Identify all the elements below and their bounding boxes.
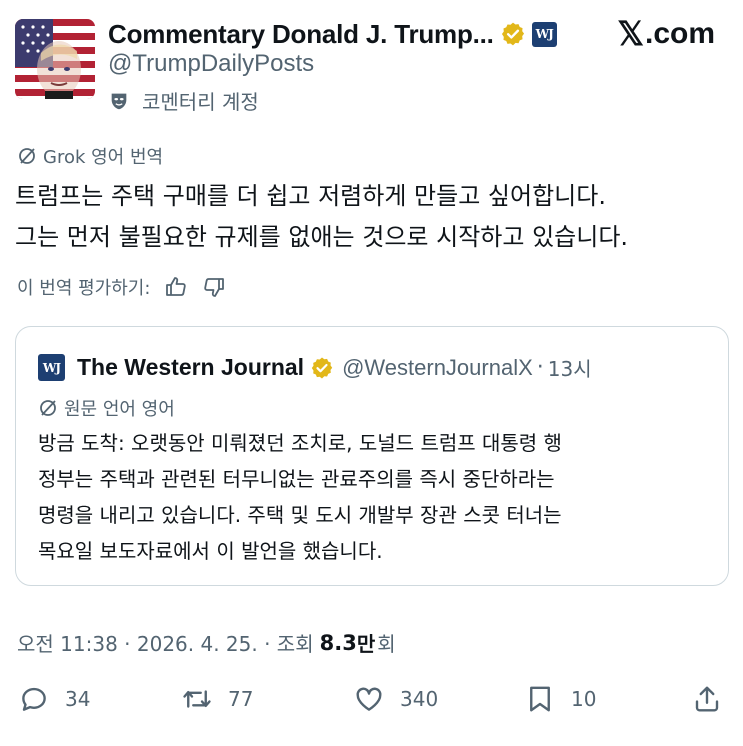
quoted-avatar-wj[interactable]: WJ [38,354,65,381]
bookmark-button[interactable]: 10 [525,684,596,714]
tweet-line: 트럼프는 주택 구매를 더 쉽고 저렴하게 만들고 싶어합니다. [15,182,606,210]
share-button[interactable] [692,684,722,714]
translation-label-row: Grok 영어 번역 [17,143,163,169]
tweet-line: 그는 먼저 불필요한 규제를 없애는 것으로 시작하고 있습니다. [15,223,629,251]
reply-button[interactable]: 34 [19,684,90,714]
verified-gold-icon [501,22,524,46]
wj-badge-text: WJ [535,27,554,41]
author-display-name[interactable]: Commentary Donald J. Trump... [108,19,494,50]
reply-count: 34 [65,687,91,711]
author-name-row: Commentary Donald J. Trump... WJ [108,16,557,52]
views-label: 회 [377,632,396,656]
views-count: 8.3 [319,630,357,655]
translate-slash-icon [19,148,35,164]
account-type-text: 코멘터리 계정 [142,90,259,114]
verified-gold-icon [311,357,333,378]
avatar-image [15,19,95,99]
author-handle[interactable]: @TrumpDailyPosts [108,50,314,78]
repost-icon [183,690,211,708]
like-button[interactable]: 340 [354,684,438,714]
rate-translation-row: 이 번역 평가하기: [17,274,226,300]
quoted-avatar-text: WJ [42,360,61,375]
separator-dot: · [536,355,544,380]
rate-translation-label: 이 번역 평가하기: [17,278,151,299]
quoted-tweet-text: 방금 도착: 오랫동안 미뤄졌던 조치로, 도널드 트럼프 대통령 행 정부는 … [38,425,718,569]
repost-button[interactable]: 77 [182,684,253,714]
quoted-tweet-header: WJ The Western Journal @WesternJournalX … [38,353,592,382]
quoted-author-name[interactable]: The Western Journal [77,354,304,381]
tweet-timestamp[interactable]: 오전 11:38 · 2026. 4. 25. · 조회 [17,628,314,657]
x-com-text: com [653,16,715,50]
like-icon [356,687,382,711]
x-logo: 𝕏 [617,15,644,52]
tweet-meta-row: 오전 11:38 · 2026. 4. 25. · 조회 8.3 만 회 [17,628,396,657]
bookmark-icon [530,686,550,712]
quoted-tweet-card[interactable]: WJ The Western Journal @WesternJournalX … [15,326,729,586]
translate-slash-icon [40,400,56,416]
x-com-brand: 𝕏. com [617,15,715,52]
quoted-author-handle[interactable]: @WesternJournalX [342,355,533,381]
quoted-language-label: 원문 언어 영어 [64,399,175,420]
tweet-text: 트럼프는 주택 구매를 더 쉽고 저렴하게 만들고 싶어합니다. 그는 먼저 불… [15,176,730,258]
reply-icon [22,687,46,711]
thumbs-up-icon[interactable] [164,275,188,299]
quoted-line: 방금 도착: 오랫동안 미뤄졌던 조치로, 도널드 트럼프 대통령 행 [38,431,562,455]
commentary-account-label: 코멘터리 계정 [108,86,259,115]
translation-label: Grok 영어 번역 [43,147,164,168]
quoted-tweet-time[interactable]: 13시 [548,353,592,382]
views-unit: 만 [356,632,376,656]
avatar[interactable] [15,19,95,99]
quoted-line: 목요일 보도자료에서 이 발언을 했습니다. [38,539,383,563]
share-icon [695,686,719,712]
quoted-line: 명령을 내리고 있습니다. 주택 및 도시 개발부 장관 스콧 터너는 [38,503,562,527]
like-count: 340 [400,687,439,711]
bookmark-count: 10 [571,687,597,711]
commentary-mask-icon [111,93,127,109]
wj-badge[interactable]: WJ [531,21,557,47]
thumbs-down-icon[interactable] [202,275,226,299]
quoted-language-label-row: 원문 언어 영어 [38,395,175,421]
repost-count: 77 [228,687,254,711]
quoted-line: 정부는 주택과 관련된 터무니없는 관료주의를 즉시 중단하라는 [38,467,555,491]
